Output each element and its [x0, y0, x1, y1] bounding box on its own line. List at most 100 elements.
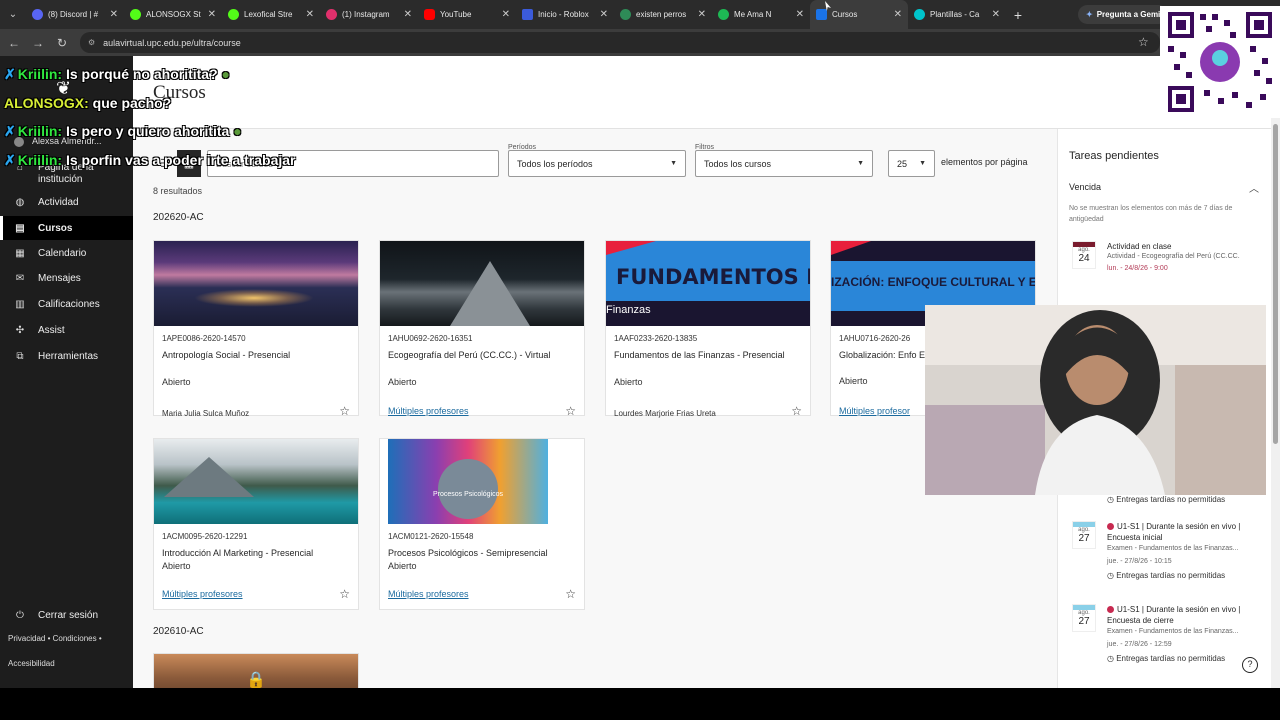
chevron-up-icon[interactable]: ︿: [1249, 180, 1259, 195]
tab-alonsogx[interactable]: ALONSOGX St ✕: [124, 0, 222, 29]
course-status: Abierto: [388, 561, 417, 571]
tab-spotify[interactable]: Me Ama N ✕: [712, 0, 810, 29]
per-page-label: elementos por página: [941, 157, 1028, 167]
tab-existen-perros[interactable]: existen perros ✕: [614, 0, 712, 29]
course-name[interactable]: Fundamentos de las Finanzas - Presencial: [614, 349, 804, 361]
filters-select[interactable]: Todos los cursos ▼: [695, 150, 873, 177]
course-card[interactable]: FUNDAMENTOS DE LAS Finanzas 1AAF0233-262…: [605, 240, 811, 418]
roblox-icon: [522, 9, 533, 20]
tab-discord[interactable]: (8) Discord | # ✕: [26, 0, 124, 29]
close-icon[interactable]: ✕: [502, 9, 510, 20]
pending-tasks-title: Tareas pendientes: [1069, 150, 1159, 162]
mail-icon: ✉: [15, 272, 25, 284]
favorite-star-icon[interactable]: ☆: [339, 587, 350, 601]
chat-message: ✗ Kriilin: Is pero y quiero ahoritita ●: [4, 123, 242, 140]
gemini-button[interactable]: ✦ Pregunta a Gemi: [1078, 5, 1169, 24]
overdue-section-label[interactable]: Vencida: [1069, 182, 1101, 192]
close-icon[interactable]: ✕: [208, 9, 216, 20]
course-name[interactable]: Introducción Al Marketing - Presencial: [162, 547, 352, 559]
tab-youtube[interactable]: YouTube ✕: [418, 0, 516, 29]
sidebar-item-messages[interactable]: ✉ Mensajes: [0, 266, 133, 290]
sidebar-item-assist[interactable]: ✣ Assist: [0, 318, 133, 342]
sidebar-item-calendar[interactable]: ▦ Calendario: [0, 241, 133, 265]
tab-cursos[interactable]: Cursos ✕: [810, 0, 908, 29]
task-title-text: U1-S1 | Durante la sesión en vivo | Encu…: [1107, 522, 1241, 542]
browser-tab-bar: ⌄ (8) Discord | # ✕ ALONSOGX St ✕ Lexofica…: [0, 0, 1280, 29]
course-name[interactable]: Ecogeografía del Perú (CC.CC.) - Virtual: [388, 349, 578, 361]
course-image: [380, 241, 584, 326]
reload-icon[interactable]: ↻: [50, 36, 74, 50]
close-icon[interactable]: ✕: [698, 9, 706, 20]
close-icon[interactable]: ✕: [110, 9, 118, 20]
back-arrow-icon[interactable]: ←: [2, 36, 26, 50]
sidebar-item-grades[interactable]: ▥ Calificaciones: [0, 292, 133, 316]
close-icon[interactable]: ✕: [600, 9, 608, 20]
sword-badge-icon: ✗: [4, 123, 16, 139]
course-image: [154, 241, 358, 326]
multiple-instructors-link[interactable]: Múltiples profesor: [839, 406, 910, 416]
pepe-emote-icon: ●: [233, 123, 242, 139]
course-status: Abierto: [388, 377, 417, 387]
course-banner-subtext: Finanzas: [606, 304, 651, 316]
sidebar-item-courses[interactable]: ▤ Cursos: [0, 216, 133, 240]
tab-instagram[interactable]: (1) Instagram ✕: [320, 0, 418, 29]
close-icon[interactable]: ✕: [404, 9, 412, 20]
calendar-date-icon: ago. 27: [1072, 604, 1096, 632]
course-name[interactable]: Procesos Psicológicos - Semipresencial: [388, 547, 578, 559]
term-heading: 202620-AC: [153, 212, 204, 223]
sidebar-item-activity[interactable]: ◍ Actividad: [0, 190, 133, 214]
course-card[interactable]: 🔒: [153, 653, 359, 688]
letterbox-bottom: [0, 688, 1280, 720]
course-card[interactable]: 1AHU0692-2620-16351 Ecogeografía del Per…: [379, 240, 585, 418]
close-icon[interactable]: ✕: [894, 9, 902, 20]
status-dot-icon: [1107, 606, 1114, 614]
course-banner-text: FUNDAMENTOS DE LAS: [616, 265, 810, 289]
tab-roblox[interactable]: Inicio - Roblox ✕: [516, 0, 614, 29]
tab-lexofical[interactable]: Lexofical Stre ✕: [222, 0, 320, 29]
help-icon[interactable]: ?: [1242, 657, 1258, 673]
task-title[interactable]: U1-S1 | Durante la sesión en vivo | Encu…: [1107, 604, 1267, 626]
task-title[interactable]: U1-S1 | Durante la sesión en vivo | Encu…: [1107, 521, 1267, 543]
course-card[interactable]: 1APE0086-2620-14570 Antropología Social …: [153, 240, 359, 418]
course-card[interactable]: Procesos Psicológicos 1ACM0121-2620-1554…: [379, 438, 585, 610]
close-icon[interactable]: ✕: [306, 9, 314, 20]
logout-button[interactable]: ⏻ Cerrar sesión: [0, 603, 133, 627]
close-icon[interactable]: ✕: [796, 9, 804, 20]
favorite-star-icon[interactable]: ☆: [565, 587, 576, 601]
per-page-select[interactable]: 25 ▼: [888, 150, 935, 177]
periods-select[interactable]: Todos los períodos ▼: [508, 150, 686, 177]
course-code: 1ACM0095-2620-12291: [162, 532, 248, 541]
tab-label: ALONSOGX St: [146, 10, 201, 19]
course-banner-text: IZACIÓN: ENFOQUE CULTURAL Y ECONÓ: [831, 275, 1035, 289]
calendar-icon: ▦: [15, 247, 25, 259]
multiple-instructors-link[interactable]: Múltiples profesores: [162, 589, 243, 599]
course-card[interactable]: 1ACM0095-2620-12291 Introducción Al Mark…: [153, 438, 359, 610]
task-title[interactable]: Actividad en clase: [1107, 241, 1267, 252]
lock-icon: 🔒: [246, 672, 266, 688]
multiple-instructors-link[interactable]: Múltiples profesores: [388, 406, 469, 416]
multiple-instructors-link[interactable]: Múltiples profesores: [388, 589, 469, 599]
term-heading: 202610-AC: [153, 626, 204, 637]
favorite-star-icon[interactable]: ☆: [791, 404, 802, 418]
task-day: 27: [1078, 616, 1090, 627]
bookmark-star-icon[interactable]: ☆: [1138, 35, 1149, 49]
filters-select-wrap: Filtros Todos los cursos ▼: [695, 144, 873, 177]
close-icon[interactable]: ✕: [992, 9, 1000, 20]
accessibility-link[interactable]: Accesibilidad: [8, 659, 55, 668]
favorite-star-icon[interactable]: ☆: [565, 404, 576, 418]
calendar-date-icon: ago. 27: [1072, 521, 1096, 549]
url-bar[interactable]: ⚙ aulavirtual.upc.edu.pe/ultra/course ☆: [80, 32, 1160, 53]
tab-plantillas[interactable]: Plantillas - Ca ✕: [908, 0, 1006, 29]
scrollbar-thumb[interactable]: [1273, 124, 1278, 444]
new-tab-button[interactable]: +: [1006, 7, 1030, 23]
privacy-links[interactable]: Privacidad • Condiciones •: [8, 634, 102, 643]
site-info-icon[interactable]: ⚙: [88, 38, 95, 47]
page-scrollbar[interactable]: [1271, 118, 1280, 688]
tab-search-icon[interactable]: ⌄: [0, 0, 26, 29]
sidebar-item-tools[interactable]: ⧉ Herramientas: [0, 344, 133, 368]
course-name[interactable]: Antropología Social - Presencial: [162, 349, 352, 361]
favorite-star-icon[interactable]: ☆: [339, 404, 350, 418]
qr-code-pattern: [1160, 6, 1280, 118]
forward-arrow-icon[interactable]: →: [26, 36, 50, 50]
course-image: [154, 439, 358, 524]
